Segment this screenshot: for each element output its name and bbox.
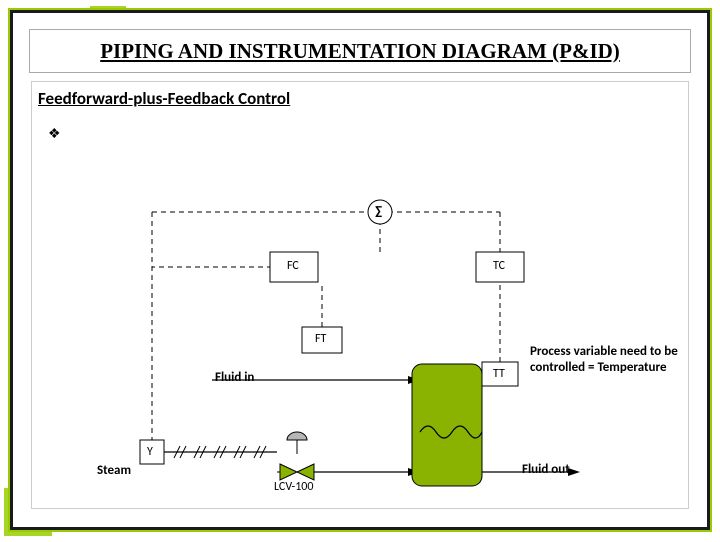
fc-label: FC: [287, 259, 299, 273]
page-title: PIPING AND INSTRUMENTATION DIAGRAM (P&ID…: [100, 39, 620, 64]
section-subtitle: Feedforward-plus-Feedback Control: [38, 88, 290, 109]
title-bar: PIPING AND INSTRUMENTATION DIAGRAM (P&ID…: [29, 29, 691, 73]
fluid-in-label: Fluid in: [215, 370, 254, 385]
bullet-icon: ❖: [48, 126, 61, 143]
y-label: Y: [147, 445, 153, 459]
steam-label: Steam: [97, 463, 131, 478]
ft-label: FT: [315, 332, 326, 346]
slide-frame: PIPING AND INSTRUMENTATION DIAGRAM (P&ID…: [10, 10, 710, 530]
valve-tag: LCV-100: [274, 480, 313, 494]
vessel: [412, 364, 482, 486]
process-variable-note: Process variable need to be controlled =…: [530, 344, 700, 375]
pid-diagram: ∑ FC TC FT TT Y Fluid in Fluid out Steam…: [32, 182, 688, 508]
content-panel: Feedforward-plus-Feedback Control ❖: [31, 81, 689, 509]
fluid-out-label: Fluid out: [522, 462, 570, 477]
control-valve: [277, 432, 317, 480]
sigma-symbol: ∑: [375, 204, 382, 219]
tt-label: TT: [493, 367, 505, 381]
tc-label: TC: [493, 259, 505, 273]
